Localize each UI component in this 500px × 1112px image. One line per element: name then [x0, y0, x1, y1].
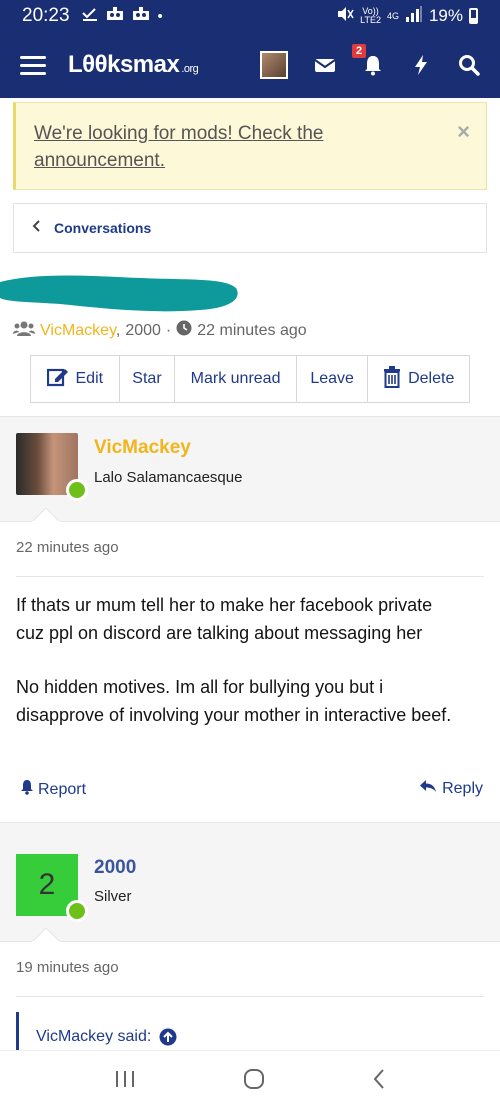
app-notification-icon-2	[132, 7, 150, 25]
lightning-icon[interactable]	[410, 54, 432, 76]
app-header: Lθθksmax .org 2	[0, 32, 500, 98]
post-timestamp[interactable]: 19 minutes ago	[16, 959, 119, 976]
post-author-block: VicMackey Lalo Salamancaesque	[0, 416, 500, 522]
participant-link-2[interactable]: 2000	[125, 322, 161, 340]
site-logo[interactable]: Lθθksmax .org	[68, 51, 199, 79]
system-nav-bar	[0, 1050, 500, 1112]
quote-block: VicMackey said:	[16, 1012, 486, 1052]
clock-icon	[176, 320, 192, 341]
post-arrow-notch	[32, 508, 60, 522]
recent-apps-icon[interactable]	[114, 1069, 136, 1094]
signal-icon	[405, 5, 423, 27]
author-avatar[interactable]	[16, 433, 88, 501]
post-divider	[16, 996, 484, 997]
meta-separator: ·	[165, 321, 172, 339]
download-done-icon	[81, 7, 98, 25]
redacted-title-scribble	[0, 275, 238, 312]
status-notification-icons: •	[81, 7, 163, 25]
menu-icon[interactable]	[20, 55, 46, 75]
announcement-link[interactable]: We're looking for mods! Check the announ…	[34, 120, 364, 174]
home-icon[interactable]	[243, 1068, 265, 1095]
quote-author[interactable]: VicMackey said:	[36, 1028, 151, 1052]
post-paragraph: If thats ur mum tell her to make her fac…	[16, 595, 433, 643]
status-right: Vo)) LTE2 4G 19%	[336, 5, 478, 27]
reply-button[interactable]: Reply	[419, 779, 483, 798]
report-button[interactable]: Report	[20, 779, 86, 800]
back-icon[interactable]	[372, 1068, 386, 1095]
author-avatar[interactable]: 2	[16, 854, 88, 922]
close-icon[interactable]: ×	[457, 119, 470, 145]
conversation-meta: VicMackey, 2000 · 22 minutes ago	[13, 320, 307, 341]
mark-unread-button[interactable]: Mark unread	[175, 356, 297, 402]
arrow-up-circle-icon[interactable]	[159, 1028, 177, 1052]
delete-button[interactable]: Delete	[368, 356, 469, 402]
post-author-name[interactable]: 2000	[94, 857, 136, 879]
post-author-block: 2 2000 Silver	[0, 822, 500, 942]
chevron-left-icon	[32, 219, 40, 237]
search-icon[interactable]	[458, 54, 480, 76]
battery-percent: 19%	[428, 6, 463, 25]
post-divider	[16, 576, 484, 577]
post-author-title: Lalo Salamancaesque	[94, 469, 243, 486]
conversation-actions: Edit Star Mark unread Leave Delete	[30, 355, 470, 403]
reply-icon	[419, 779, 437, 798]
bell-icon[interactable]: 2	[352, 44, 384, 76]
post-author-title: Silver	[94, 888, 132, 905]
breadcrumb[interactable]: Conversations	[13, 203, 487, 253]
dot-icon: •	[157, 7, 163, 25]
volte-indicator: Vo)) LTE2	[360, 6, 381, 25]
mute-icon	[336, 6, 354, 27]
notification-badge: 2	[352, 44, 367, 58]
breadcrumb-label: Conversations	[54, 220, 152, 236]
edit-button[interactable]: Edit	[31, 356, 120, 402]
post-author-name[interactable]: VicMackey	[94, 437, 191, 459]
announcement-notice: We're looking for mods! Check the announ…	[13, 102, 487, 190]
post-message: If thats ur mum tell her to make her fac…	[16, 592, 456, 729]
post-timestamp[interactable]: 22 minutes ago	[16, 539, 119, 556]
bell-icon	[20, 779, 34, 800]
battery-icon	[469, 8, 478, 24]
user-avatar[interactable]	[260, 51, 288, 79]
trash-icon	[383, 365, 401, 393]
leave-button[interactable]: Leave	[297, 356, 369, 402]
online-indicator	[66, 479, 88, 501]
header-actions: 2	[260, 44, 480, 79]
participant-link[interactable]: VicMackey,	[40, 322, 120, 340]
app-notification-icon	[106, 7, 124, 25]
mail-icon[interactable]	[314, 54, 336, 76]
network-type: 4G	[386, 10, 399, 21]
edit-icon	[46, 367, 69, 392]
post-arrow-notch	[32, 928, 60, 942]
post-paragraph: No hidden motives. Im all for bullying y…	[16, 677, 452, 725]
status-time: 20:23	[22, 5, 70, 26]
star-button[interactable]: Star	[120, 356, 176, 402]
status-bar: 20:23 • Vo)) LTE2 4G 19%	[0, 0, 500, 32]
online-indicator	[66, 900, 88, 922]
conversation-time: 22 minutes ago	[197, 321, 307, 339]
users-icon	[13, 320, 35, 341]
